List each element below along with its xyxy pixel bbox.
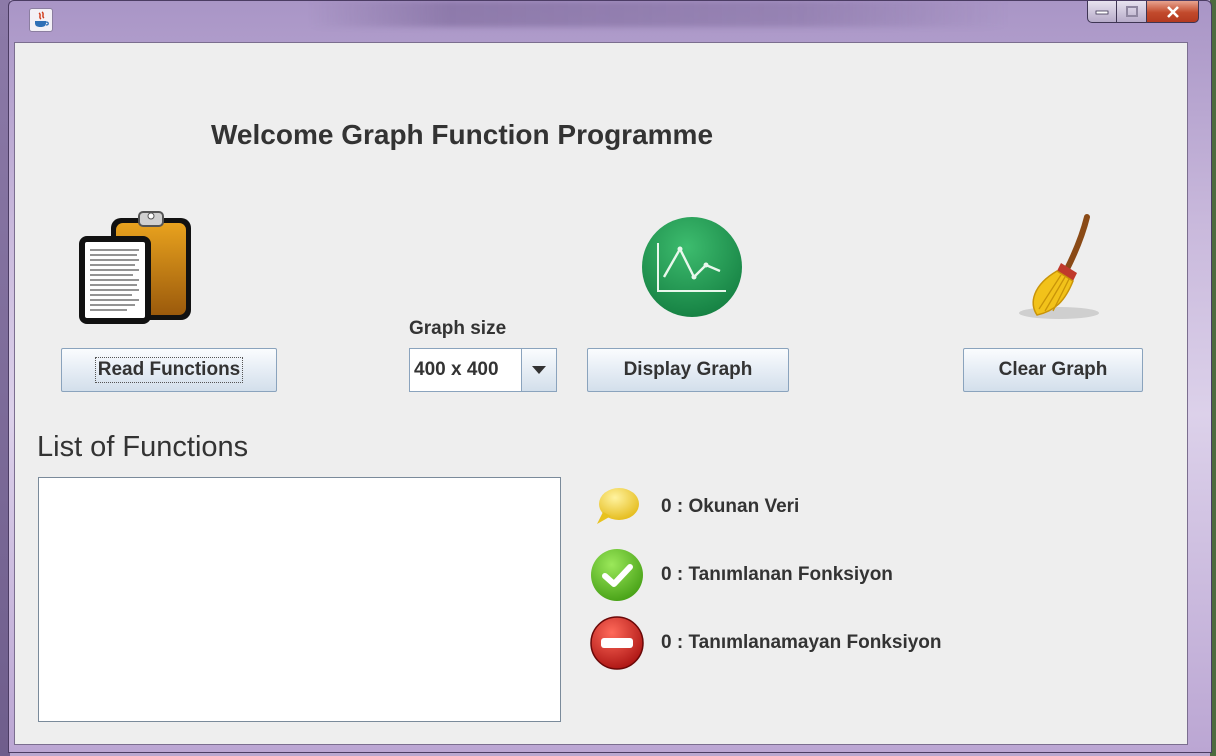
- display-graph-label: Display Graph: [623, 359, 753, 380]
- stat-read-data-label: 0 : Okunan Veri: [661, 496, 800, 517]
- display-graph-button[interactable]: Display Graph: [587, 348, 789, 392]
- stat-defined-functions: 0 : Tanımlanan Fonksiyon: [587, 545, 893, 605]
- java-icon[interactable]: [29, 8, 53, 32]
- graph-size-value: 400 x 400: [414, 359, 499, 380]
- content-panel: Welcome Graph Function Programme Read Fu…: [14, 42, 1188, 745]
- stat-read-data: 0 : Okunan Veri: [587, 477, 799, 537]
- close-icon: [1166, 5, 1179, 18]
- stat-undefined-functions-label: 0 : Tanımlanamayan Fonksiyon: [661, 632, 942, 653]
- window-controls: [1087, 1, 1199, 23]
- graph-size-label: Graph size: [409, 318, 507, 339]
- broom-icon: [1015, 213, 1107, 330]
- list-title: List of Functions: [37, 431, 249, 463]
- check-circle-icon: [587, 545, 647, 605]
- stat-defined-functions-label: 0 : Tanımlanan Fonksiyon: [661, 564, 893, 585]
- line-chart-icon: [640, 215, 744, 324]
- read-functions-label: Read Functions: [94, 357, 244, 383]
- minimize-icon: [1095, 10, 1109, 14]
- maximize-button[interactable]: [1117, 1, 1147, 23]
- functions-list[interactable]: [38, 477, 561, 722]
- title-bar[interactable]: [9, 1, 1211, 41]
- speech-bubble-icon: [587, 477, 647, 537]
- page-title: Welcome Graph Function Programme: [211, 119, 714, 150]
- read-functions-button[interactable]: Read Functions: [61, 348, 277, 392]
- graph-size-select[interactable]: 400 x 400: [409, 348, 557, 392]
- clear-graph-label: Clear Graph: [998, 359, 1108, 380]
- close-button[interactable]: [1147, 1, 1199, 23]
- stat-undefined-functions: 0 : Tanımlanamayan Fonksiyon: [587, 613, 942, 673]
- clipboard-icon: [77, 208, 195, 333]
- maximize-icon: [1125, 5, 1138, 17]
- dropdown-arrow-icon[interactable]: [521, 349, 556, 391]
- title-bar-blur: [309, 1, 1009, 27]
- minimize-button[interactable]: [1087, 1, 1117, 23]
- no-entry-icon: [587, 613, 647, 673]
- clear-graph-button[interactable]: Clear Graph: [963, 348, 1143, 392]
